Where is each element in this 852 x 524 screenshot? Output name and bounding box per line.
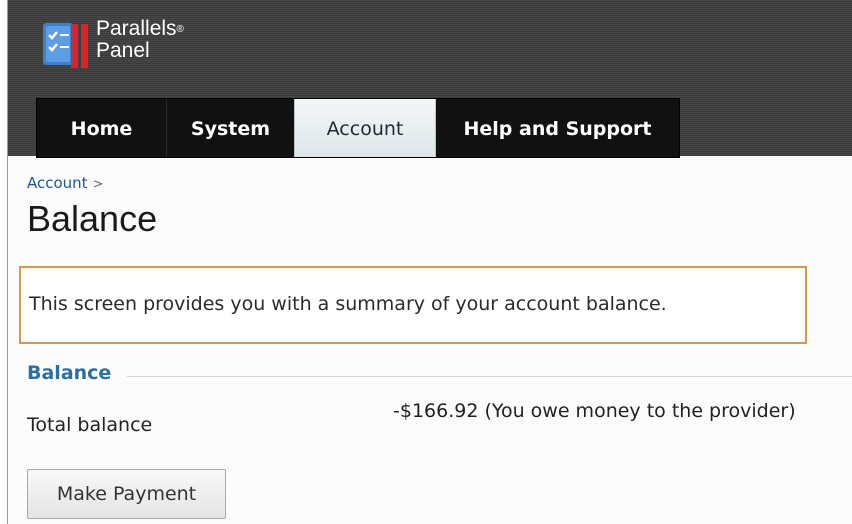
brand-line-1: Parallels	[96, 17, 177, 40]
balance-section-header: Balance	[27, 362, 852, 392]
total-balance-value: -$166.92 (You owe money to the provider)	[393, 400, 796, 422]
header-bar: Parallels® Panel Home System Account Hel…	[8, 0, 852, 158]
section-divider	[127, 376, 852, 377]
breadcrumb-link-account[interactable]: Account	[27, 174, 88, 192]
tab-system[interactable]: System	[167, 99, 295, 157]
page-hint-text: This screen provides you with a summary …	[29, 293, 667, 315]
main-nav: Home System Account Help and Support	[36, 98, 680, 158]
breadcrumb-separator: >	[92, 177, 104, 192]
tab-help-and-support[interactable]: Help and Support	[436, 99, 679, 157]
brand-line-2: Panel	[96, 39, 150, 62]
brand-registered-mark: ®	[176, 24, 184, 35]
section-title: Balance	[27, 362, 112, 384]
total-balance-label: Total balance	[27, 414, 153, 436]
make-payment-button[interactable]: Make Payment	[27, 469, 226, 519]
tab-home[interactable]: Home	[37, 99, 167, 157]
checklist-icon	[43, 23, 88, 68]
tab-account[interactable]: Account	[294, 99, 436, 157]
app-frame: Parallels® Panel Home System Account Hel…	[7, 0, 852, 524]
page-title: Balance	[27, 198, 158, 239]
page-hint-box: This screen provides you with a summary …	[19, 266, 807, 344]
breadcrumb: Account >	[27, 174, 103, 192]
brand-name: Parallels® Panel	[96, 18, 184, 62]
